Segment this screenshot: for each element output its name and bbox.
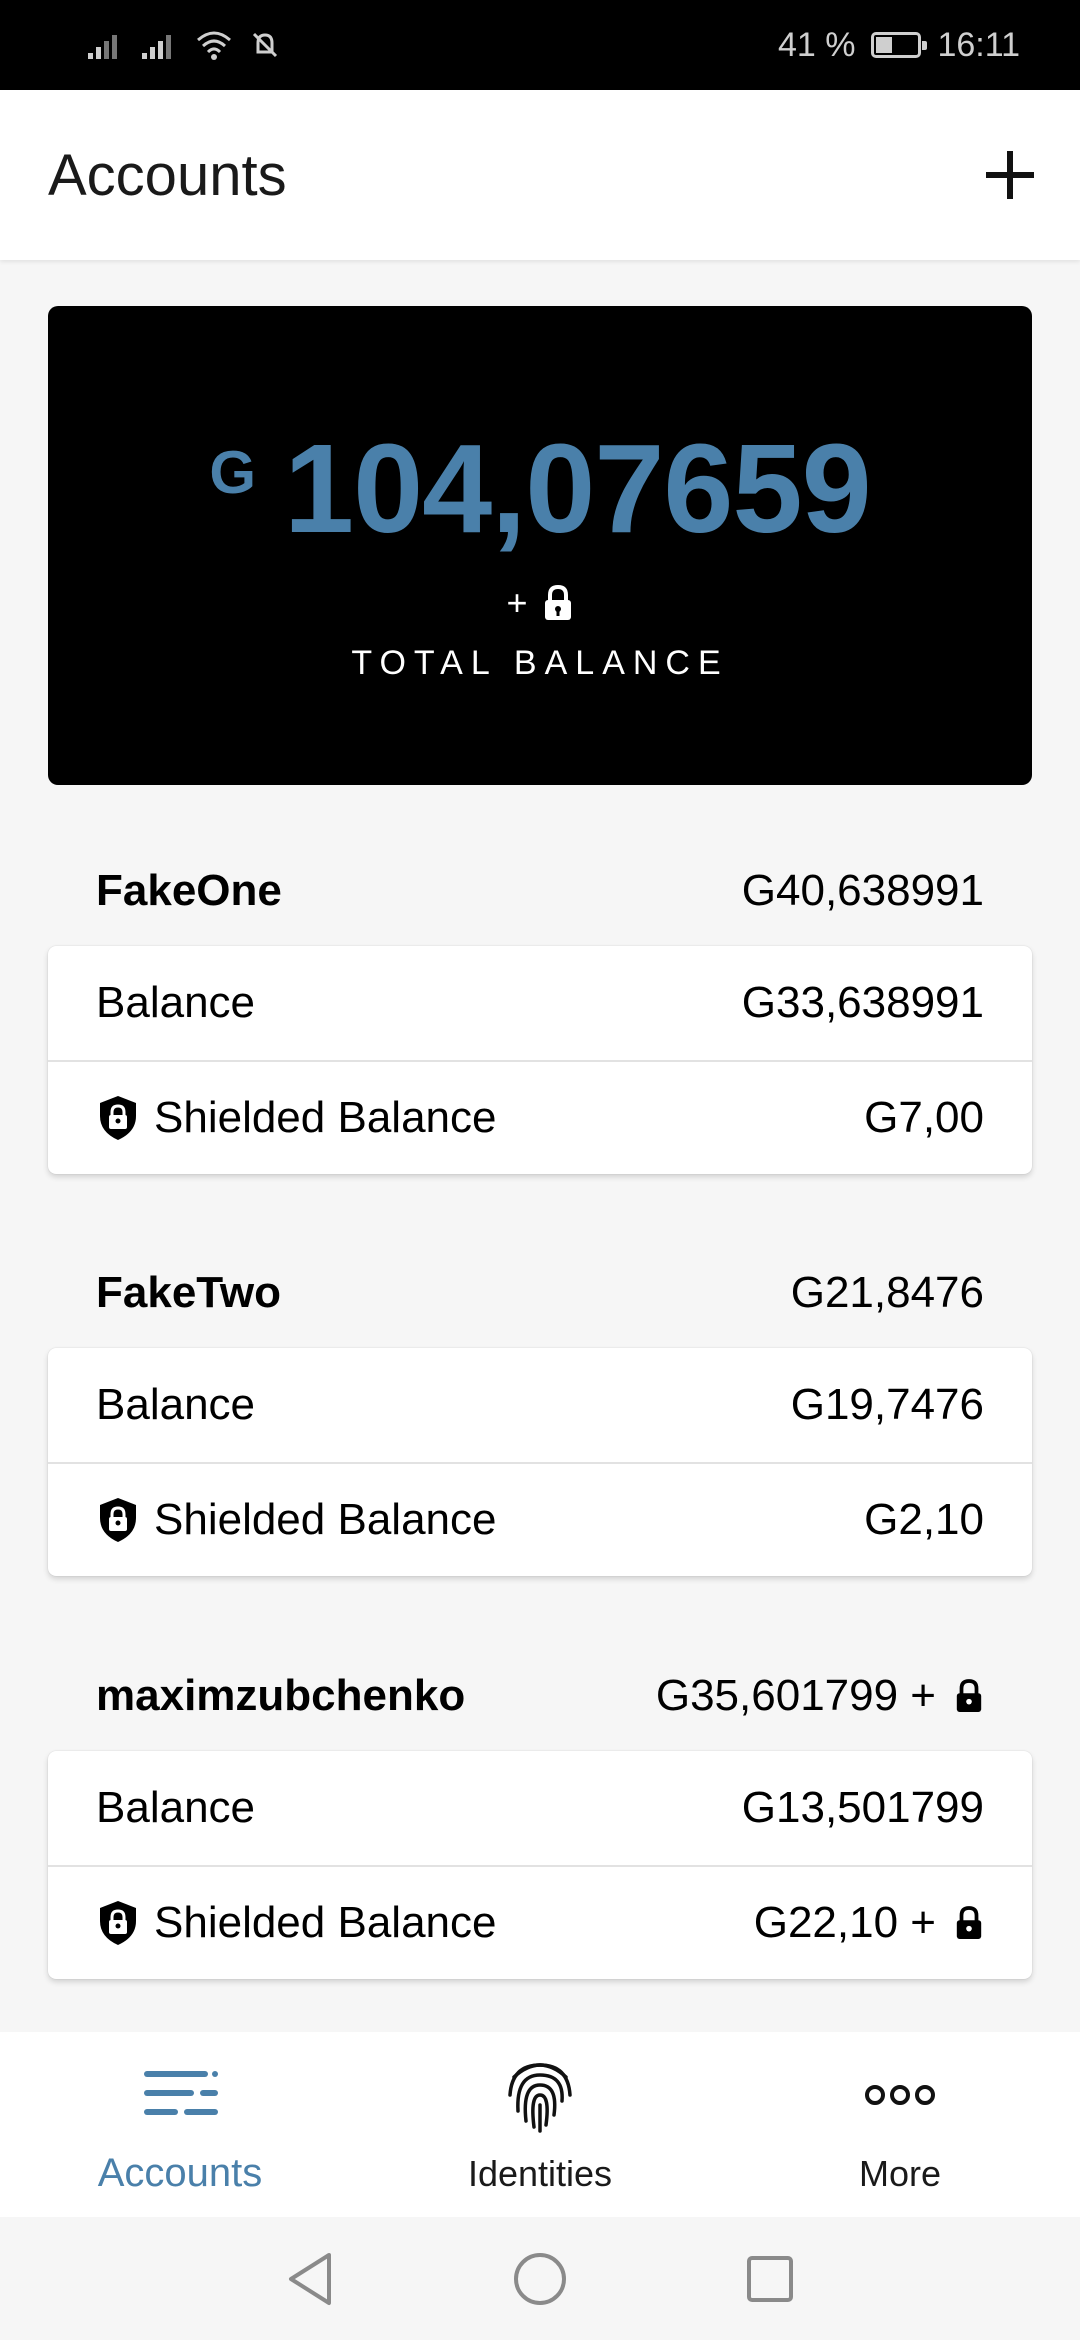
currency-symbol: G — [209, 439, 257, 506]
shielded-balance-row[interactable]: Shielded Balance G7,00 — [48, 1060, 1032, 1174]
total-balance-amount: 104,07659 — [284, 418, 872, 559]
balance-label: Balance — [96, 978, 256, 1027]
status-icons-right: 41 % 16:11 — [778, 26, 1020, 65]
account-total: G35,601799 + — [656, 1671, 984, 1721]
total-amount-row: G 104,07659 — [209, 418, 872, 559]
account-section: FakeTwo G21,8476 Balance G19,7476 Shield… — [48, 1238, 1032, 1576]
account-section: maximzubchenko G35,601799 + Balance G13,… — [48, 1641, 1032, 1979]
system-nav-bar — [0, 2217, 1080, 2340]
signal-icon — [142, 35, 171, 59]
recents-square-icon — [747, 2255, 793, 2302]
shield-lock-icon — [100, 1096, 136, 1140]
account-card[interactable]: Balance G33,638991 Shielded Balance G7,0… — [48, 946, 1032, 1174]
app-header: Accounts — [0, 90, 1080, 260]
balance-row[interactable]: Balance G33,638991 — [48, 946, 1032, 1060]
shielded-balance-label: Shielded Balance — [96, 1093, 496, 1143]
shielded-balance-label: Shielded Balance — [96, 1495, 496, 1545]
balance-label: Balance — [96, 1783, 256, 1832]
page-title: Accounts — [48, 142, 287, 208]
balance-value: G13,501799 — [741, 1783, 984, 1832]
nav-accounts[interactable]: Accounts — [30, 2053, 330, 2196]
shielded-balance-value: G7,00 — [864, 1093, 984, 1142]
balance-value: G19,7476 — [790, 1380, 984, 1429]
shield-lock-icon — [100, 1901, 136, 1945]
balance-row[interactable]: Balance G19,7476 — [48, 1348, 1032, 1462]
balance-value: G33,638991 — [741, 978, 984, 1027]
bottom-nav: Accounts Identities More — [0, 2032, 1080, 2217]
muted-bell-icon — [252, 32, 278, 58]
nav-label: More — [858, 2152, 942, 2194]
nav-identities[interactable]: Identities — [390, 2055, 690, 2195]
status-icons-left — [88, 30, 280, 60]
shield-lock-icon — [100, 1498, 136, 1542]
lock-icon — [956, 1679, 982, 1712]
balance-label: Balance — [96, 1380, 256, 1429]
shielded-indicator: + — [506, 582, 573, 624]
total-balance-label: TOTAL BALANCE — [351, 644, 729, 682]
battery-percent: 41 % — [777, 25, 856, 64]
wifi-icon — [197, 31, 231, 60]
nav-label: Accounts — [97, 2151, 263, 2195]
lock-icon — [544, 585, 571, 620]
account-header[interactable]: FakeOne G40,638991 — [48, 836, 1032, 946]
plus-icon — [986, 151, 1034, 199]
home-button[interactable] — [510, 2249, 570, 2309]
account-card[interactable]: Balance G13,501799 Shielded Balance G22,… — [48, 1751, 1032, 1979]
battery-icon — [871, 32, 928, 58]
shielded-balance-row[interactable]: Shielded Balance G22,10 + — [48, 1865, 1032, 1979]
account-name: FakeOne — [96, 866, 282, 915]
nav-more[interactable]: More — [750, 2055, 1050, 2195]
shielded-balance-label: Shielded Balance — [96, 1898, 496, 1948]
account-header[interactable]: FakeTwo G21,8476 — [48, 1238, 1032, 1348]
recents-button[interactable] — [740, 2249, 800, 2309]
account-section: FakeOne G40,638991 Balance G33,638991 Sh… — [48, 836, 1032, 1174]
shielded-balance-value: G2,10 — [864, 1495, 984, 1544]
shielded-balance-value: G22,10 + — [754, 1898, 984, 1948]
balance-row[interactable]: Balance G13,501799 — [48, 1751, 1032, 1865]
account-name: maximzubchenko — [96, 1671, 466, 1720]
account-card[interactable]: Balance G19,7476 Shielded Balance G2,10 — [48, 1348, 1032, 1576]
more-icon — [864, 2055, 936, 2135]
add-account-button[interactable] — [970, 135, 1050, 215]
account-total: G21,8476 — [790, 1268, 984, 1317]
account-total: G40,638991 — [741, 866, 984, 915]
signal-icon — [88, 35, 117, 59]
account-header[interactable]: maximzubchenko G35,601799 + — [48, 1641, 1032, 1751]
account-name: FakeTwo — [96, 1268, 282, 1317]
list-icon — [142, 2053, 218, 2133]
home-circle-icon — [514, 2252, 566, 2305]
plus-sign: + — [506, 582, 528, 623]
total-balance-card[interactable]: G 104,07659 + TOTAL BALANCE — [48, 306, 1032, 785]
lock-icon — [956, 1906, 982, 1939]
back-button[interactable] — [280, 2249, 340, 2309]
fingerprint-icon — [504, 2055, 576, 2135]
status-time: 16:11 — [937, 25, 1020, 64]
status-bar: 41 % 16:11 — [0, 0, 1080, 90]
nav-label: Identities — [467, 2152, 613, 2194]
back-triangle-icon — [289, 2252, 331, 2305]
shielded-balance-row[interactable]: Shielded Balance G2,10 — [48, 1462, 1032, 1576]
